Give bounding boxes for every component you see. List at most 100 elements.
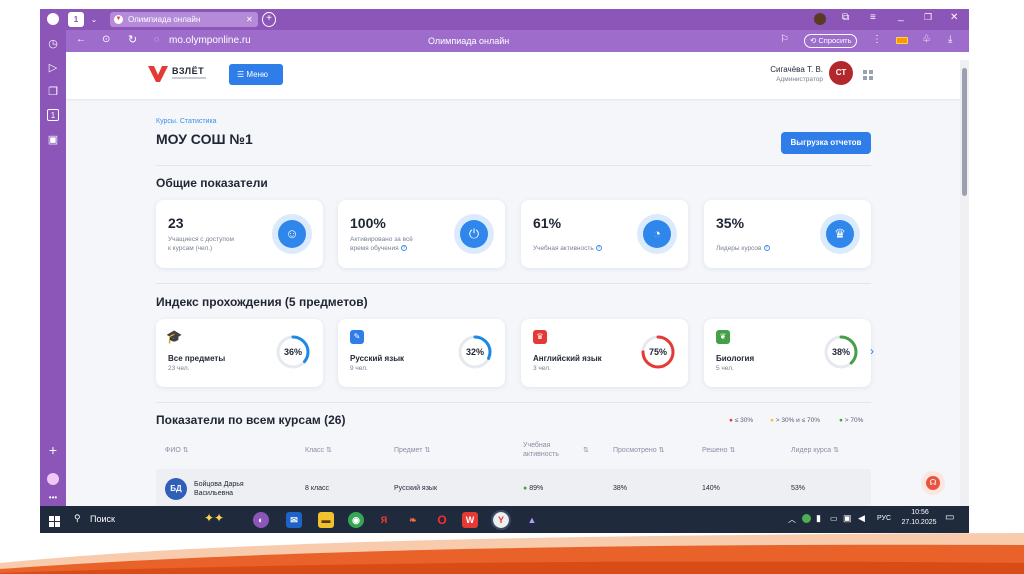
new-tab-icon[interactable]: + bbox=[262, 12, 276, 27]
tabs-icon[interactable]: ⧉ bbox=[842, 12, 849, 23]
help-icon[interactable]: ? bbox=[400, 245, 407, 252]
row-subject: Русский язык bbox=[394, 485, 438, 492]
menu-button[interactable]: ☰ Меню bbox=[229, 64, 283, 85]
subject-card-all[interactable]: 🎓 Все предметы 23 чел. 36% bbox=[156, 319, 323, 387]
row-class: 8 класс bbox=[305, 485, 329, 492]
taskbar-app-icon[interactable]: ❧ bbox=[405, 512, 421, 528]
subject-card-english[interactable]: ♛ Английский язык 3 чел. 75% bbox=[521, 319, 688, 387]
subject-card-biology[interactable]: ❦ Биология 5 чел. 38% bbox=[704, 319, 871, 387]
taskbar-vzlet-icon[interactable]: W bbox=[462, 512, 478, 528]
avatar[interactable]: СТ bbox=[829, 61, 853, 85]
url-field[interactable]: mo.olymponline.ru bbox=[169, 35, 251, 46]
taskbar-yandex-icon[interactable]: Я bbox=[376, 512, 392, 528]
profile-avatar-icon[interactable] bbox=[47, 13, 59, 25]
col-header-leader[interactable]: Лидер курса ⇅ bbox=[791, 446, 839, 455]
slide-footer-decoration bbox=[0, 533, 1024, 574]
stat-card-students: 23 Учащиеся с доступом к курсам (чел.) ☺ bbox=[156, 200, 323, 268]
chevron-right-icon[interactable]: › bbox=[870, 344, 874, 358]
tray-chevron-icon[interactable]: ︿ bbox=[788, 514, 796, 525]
close-tab-icon[interactable]: ✕ bbox=[246, 12, 253, 27]
taskbar-folder-icon[interactable]: ▬ bbox=[318, 512, 334, 528]
history-icon[interactable]: ◷ bbox=[46, 37, 60, 51]
sort-icon[interactable]: ⇅ bbox=[583, 446, 589, 455]
support-icon: ☊ bbox=[926, 476, 940, 490]
stat-value: 100% bbox=[350, 215, 386, 231]
taskbar-yandex-browser-icon[interactable]: Y bbox=[491, 510, 511, 530]
close-window-icon[interactable]: ✕ bbox=[950, 12, 958, 23]
aria-icon[interactable] bbox=[47, 473, 59, 485]
more-vertical-icon[interactable]: ⋮ bbox=[872, 34, 882, 45]
tray-network-icon[interactable]: ▣ bbox=[843, 513, 852, 524]
maximize-icon[interactable]: ❐ bbox=[924, 12, 932, 23]
col-header-class[interactable]: Класс ⇅ bbox=[305, 446, 332, 455]
microphone-icon[interactable]: ▮ bbox=[816, 513, 821, 524]
col-header-solved[interactable]: Решено ⇅ bbox=[702, 446, 735, 455]
legend-dot: ● bbox=[770, 417, 774, 424]
courses-title: Показатели по всем курсам (26) bbox=[156, 413, 346, 427]
snapshot-icon[interactable]: ▣ bbox=[46, 133, 60, 147]
taskbar-chrome-icon[interactable]: ◉ bbox=[348, 512, 364, 528]
battery-saver-icon[interactable] bbox=[896, 37, 908, 44]
breadcrumb[interactable]: Курсы. Статистика bbox=[156, 118, 217, 125]
help-icon[interactable]: ? bbox=[595, 245, 602, 252]
legend-yellow: ● > 30% и ≤ 70% bbox=[770, 417, 820, 424]
wallet-icon[interactable]: ♧ bbox=[922, 34, 931, 45]
workspace-icon[interactable]: 1 bbox=[47, 109, 59, 121]
page-scrollbar[interactable] bbox=[960, 60, 969, 506]
col-header-activity[interactable]: Учебная активность bbox=[523, 441, 571, 459]
add-icon[interactable]: + bbox=[46, 443, 60, 457]
sort-icon: ⇅ bbox=[833, 447, 839, 454]
download-icon[interactable]: ⤓ bbox=[948, 34, 952, 45]
user-role: Администратор bbox=[776, 76, 823, 83]
volume-icon[interactable]: ◀ bbox=[858, 513, 865, 524]
page-content: ВЗЛЁТ ☰ Меню Сигачёва Т. В. Администрато… bbox=[66, 52, 969, 506]
scrollbar-thumb[interactable] bbox=[962, 68, 967, 196]
table-row[interactable]: БД Бойцова Дарья Васильевна 8 класс Русск… bbox=[156, 469, 871, 506]
taskbar-search[interactable]: Поиск bbox=[90, 514, 115, 524]
taskbar-outlook-icon[interactable]: ✉ bbox=[286, 512, 302, 528]
tray-app-icon[interactable] bbox=[802, 514, 811, 523]
apps-grid-icon[interactable] bbox=[863, 68, 874, 80]
stat-value: 23 bbox=[168, 215, 184, 231]
ring-percent-label: 36% bbox=[284, 347, 302, 357]
menu-icon[interactable]: ≡ bbox=[870, 12, 876, 23]
minimize-icon[interactable]: _ bbox=[898, 11, 904, 22]
notification-icon[interactable]: ▭ bbox=[945, 512, 954, 523]
col-header-viewed[interactable]: Просмотрено ⇅ bbox=[613, 446, 664, 455]
col-header-subject[interactable]: Предмет ⇅ bbox=[394, 446, 430, 455]
export-reports-button[interactable]: Выгрузка отчетов bbox=[781, 132, 871, 154]
back-icon[interactable]: ← bbox=[76, 34, 86, 45]
logo-mark-icon bbox=[148, 66, 168, 82]
forward-icon[interactable]: ⊙ bbox=[102, 34, 110, 45]
taskbar-photo-icon[interactable]: ▲ bbox=[524, 512, 540, 528]
support-chat-button[interactable]: ☊ bbox=[921, 471, 945, 495]
general-title: Общие показатели bbox=[156, 176, 268, 190]
bookmark-icon[interactable]: ⚐ bbox=[780, 34, 789, 45]
input-language[interactable]: РУС bbox=[877, 515, 891, 522]
clock-time[interactable]: 10:56 bbox=[902, 509, 938, 516]
extension-avatar-icon[interactable] bbox=[814, 13, 826, 25]
row-name[interactable]: Бойцова Дарья Васильевна bbox=[194, 480, 244, 498]
ring-percent-label: 75% bbox=[649, 347, 667, 357]
more-icon[interactable]: ••• bbox=[46, 491, 60, 505]
player-icon[interactable]: ▷ bbox=[46, 61, 60, 75]
help-icon[interactable]: ? bbox=[763, 245, 770, 252]
taskbar-opera-icon[interactable]: O bbox=[434, 512, 450, 528]
progress-ring: 32% bbox=[458, 335, 492, 369]
chevron-down-icon[interactable]: ⌄ bbox=[88, 12, 100, 27]
sort-icon: ⇅ bbox=[182, 447, 189, 454]
clock-date[interactable]: 27.10.2025 bbox=[896, 519, 942, 526]
taskbar-aria-icon[interactable]: ◐ bbox=[253, 512, 269, 528]
stat-value: 61% bbox=[533, 215, 562, 231]
workspace-counter[interactable]: 1 bbox=[68, 12, 84, 27]
reload-icon[interactable]: ↻ bbox=[128, 33, 137, 46]
pinboard-icon[interactable]: ❐ bbox=[46, 85, 60, 99]
ask-button[interactable]: ⟲ Спросить bbox=[804, 34, 858, 48]
tray-monitor-icon[interactable]: ▭ bbox=[830, 514, 838, 523]
windows-start-icon[interactable] bbox=[49, 514, 60, 527]
page-title-bar: Олимпиада онлайн bbox=[428, 36, 510, 46]
col-header-name[interactable]: ФИО ⇅ bbox=[165, 446, 189, 455]
search-icon[interactable]: ⚲ bbox=[74, 513, 81, 524]
subject-card-russian[interactable]: ✎ Русский язык 9 чел. 32% bbox=[338, 319, 505, 387]
tab-active[interactable]: ▼ Олимпиада онлайн ✕ bbox=[110, 12, 258, 27]
